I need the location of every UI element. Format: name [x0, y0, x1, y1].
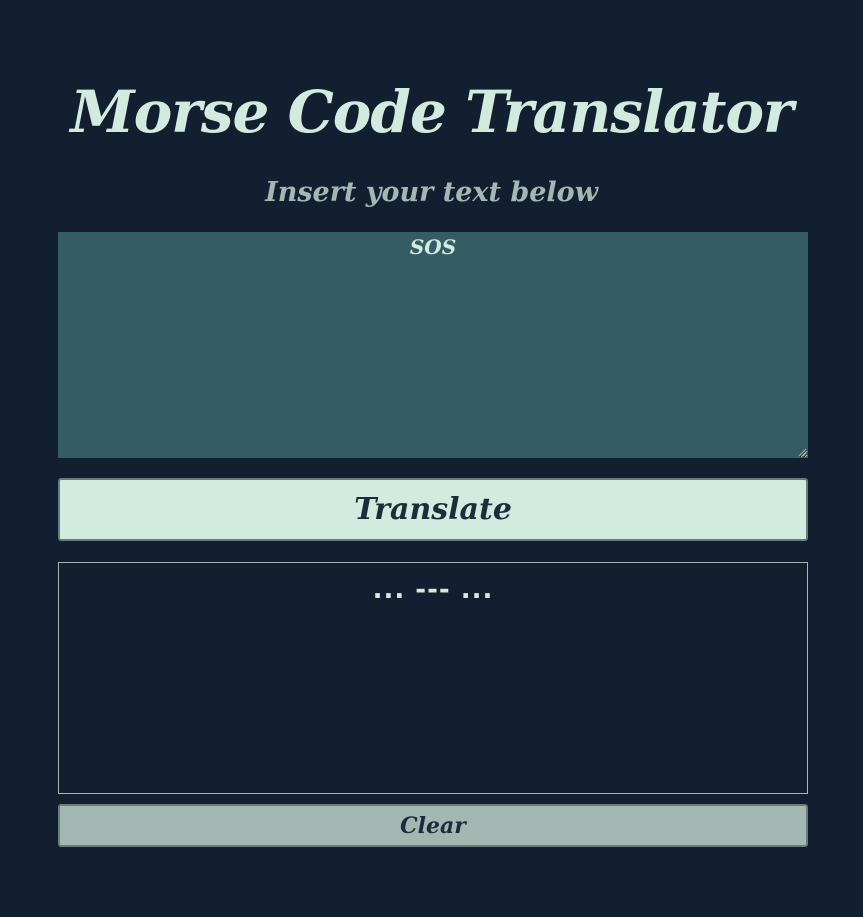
output-box: ... --- ... — [58, 562, 808, 794]
page-subtitle: Insert your text below — [265, 177, 598, 208]
translate-button[interactable]: Translate — [58, 478, 808, 541]
morse-output: ... --- ... — [372, 575, 494, 605]
page-title: Morse Code Translator — [70, 78, 793, 146]
translator-page: Morse Code Translator Insert your text b… — [0, 0, 863, 917]
text-input[interactable]: SOS — [58, 232, 808, 458]
clear-button[interactable]: Clear — [58, 804, 808, 847]
